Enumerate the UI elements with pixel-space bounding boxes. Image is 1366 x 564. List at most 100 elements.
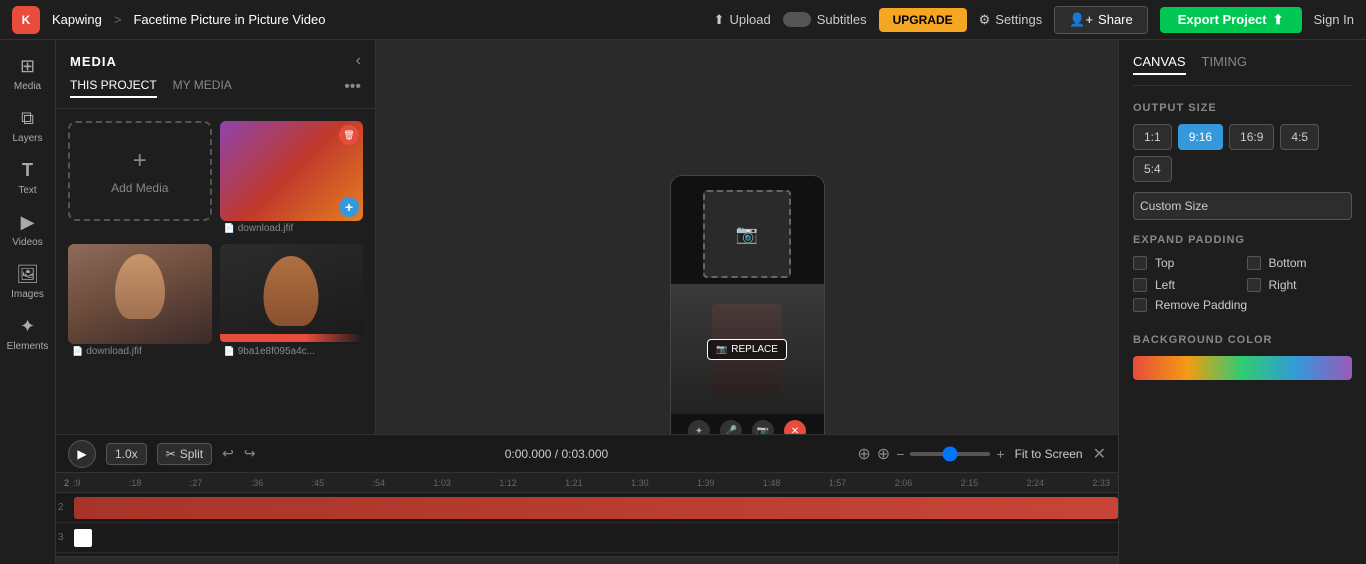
bottom-checkbox[interactable]	[1247, 256, 1261, 270]
zoom-slider[interactable]	[910, 452, 990, 456]
sidebar-item-label: Elements	[7, 341, 49, 352]
main-video-area: 📷 REPLACE	[671, 284, 824, 414]
project-name[interactable]: Facetime Picture in Picture Video	[133, 12, 325, 27]
focus-icon: ⊕	[857, 444, 870, 464]
size-16-9[interactable]: 16:9	[1229, 124, 1274, 150]
share-button[interactable]: 👤+ Share	[1054, 6, 1147, 34]
video-icon: ▶	[21, 212, 35, 233]
media-card-label-2: 📄 download.jfif	[68, 344, 212, 359]
track-content-3[interactable]	[74, 527, 1118, 549]
total-time: 0:03.000	[561, 447, 608, 461]
brand-name[interactable]: Kapwing	[52, 12, 102, 27]
padding-bottom-row: Bottom	[1247, 256, 1353, 270]
zoom-out-button[interactable]: −	[896, 446, 904, 462]
timeline-scrollbar[interactable]	[56, 556, 1118, 564]
track-number-2: 2	[58, 502, 74, 513]
size-4-5[interactable]: 4:5	[1280, 124, 1319, 150]
export-button[interactable]: Export Project ⬆	[1160, 7, 1302, 33]
padding-top-row: Top	[1133, 256, 1239, 270]
expand-padding-section: EXPAND PADDING Top Bottom Left Right	[1133, 234, 1352, 312]
left-checkbox[interactable]	[1133, 278, 1147, 292]
sidebar-item-elements[interactable]: ✦ Elements	[0, 308, 56, 360]
sidebar-item-media[interactable]: ⊞ Media	[0, 48, 56, 100]
replace-button[interactable]: 📷 REPLACE	[707, 339, 787, 360]
fit-to-screen-button[interactable]: Fit to Screen	[1015, 447, 1083, 461]
settings-button[interactable]: ⚙ Settings	[979, 12, 1043, 28]
layers-icon: ⧉	[21, 108, 34, 129]
add-icon: +	[133, 147, 147, 175]
add-media-label: Add Media	[111, 181, 168, 195]
top-checkbox[interactable]	[1133, 256, 1147, 270]
file-icon-1: 📄	[224, 223, 235, 234]
undo-button[interactable]: ↩	[222, 445, 234, 462]
media-card-2[interactable]	[68, 244, 212, 344]
media-card-3[interactable]	[220, 244, 364, 344]
color-picker-bar[interactable]	[1133, 356, 1352, 380]
sidebar-item-images[interactable]: 🖼 Images	[0, 256, 56, 308]
size-9-16[interactable]: 9:16	[1178, 124, 1223, 150]
media-item-3: 📄 9ba1e8f095a4c...	[220, 244, 364, 359]
padding-right-row: Right	[1247, 278, 1353, 292]
timeline-area: ▶ 1.0x ✂ Split ↩ ↪ 0:00.000 / 0:03.000 ⊕…	[56, 434, 1118, 564]
tab-timing[interactable]: TIMING	[1202, 54, 1248, 75]
kapwing-logo: K	[12, 6, 40, 34]
upload-button[interactable]: ⬆ Upload	[714, 12, 771, 28]
media-more-options[interactable]: •••	[344, 78, 361, 98]
play-button[interactable]: ▶	[68, 440, 96, 468]
sidebar-item-layers[interactable]: ⧉ Layers	[0, 100, 56, 152]
media-panel-close[interactable]: ‹	[356, 52, 361, 70]
camera-replace-icon: 📷	[716, 344, 727, 355]
sidebar-item-text[interactable]: T Text	[0, 152, 56, 204]
custom-size-button[interactable]: Custom Size	[1133, 192, 1352, 220]
upload-icon: ⬆	[714, 12, 725, 28]
timeline-tracks: 2 3 4	[56, 493, 1118, 556]
upgrade-button[interactable]: UPGRADE	[879, 8, 967, 32]
add-media-card[interactable]: + Add Media	[68, 121, 212, 221]
track-content-2[interactable]	[74, 497, 1118, 519]
file-icon-2: 📄	[72, 346, 83, 357]
left-sidebar: ⊞ Media ⧉ Layers T Text ▶ Videos 🖼 Image…	[0, 40, 56, 564]
sidebar-item-videos[interactable]: ▶ Videos	[0, 204, 56, 256]
sidebar-item-label: Layers	[12, 133, 42, 144]
subtitles-toggle[interactable]: Subtitles	[783, 12, 867, 27]
signin-button[interactable]: Sign In	[1314, 12, 1354, 27]
current-time: 0:00.000	[505, 447, 552, 461]
right-panel-tabs: CANVAS TIMING	[1133, 54, 1352, 86]
remove-padding-checkbox[interactable]	[1133, 298, 1147, 312]
remove-padding-label: Remove Padding	[1155, 298, 1247, 312]
share-icon: 👤+	[1069, 12, 1093, 28]
redo-button[interactable]: ↪	[244, 445, 256, 462]
background-color-section: BACKGROUND COLOR	[1133, 334, 1352, 380]
zoom-in-button[interactable]: +	[996, 446, 1004, 462]
split-icon: ✂	[166, 447, 176, 461]
split-button[interactable]: ✂ Split	[157, 443, 212, 465]
media-card-1[interactable]: 🗑 +	[220, 121, 364, 221]
close-timeline-button[interactable]: ✕	[1093, 444, 1106, 464]
right-checkbox[interactable]	[1247, 278, 1261, 292]
tab-canvas[interactable]: CANVAS	[1133, 54, 1186, 75]
export-icon: ⬆	[1273, 12, 1284, 28]
top-label: Top	[1155, 256, 1174, 270]
media-panel-header: MEDIA ‹	[56, 40, 375, 78]
delete-media-1[interactable]: 🗑	[339, 125, 359, 145]
main-clip[interactable]	[74, 497, 1118, 519]
media-item-1: 🗑 + 📄 download.jfif	[220, 121, 364, 236]
track-row-2: 2	[56, 493, 1118, 523]
right-label: Right	[1269, 278, 1297, 292]
tab-my-media[interactable]: MY MEDIA	[173, 78, 232, 98]
subtitles-switch[interactable]	[783, 12, 811, 27]
size-1-1[interactable]: 1:1	[1133, 124, 1172, 150]
add-media-1[interactable]: +	[339, 197, 359, 217]
elements-icon: ✦	[20, 316, 35, 337]
speed-button[interactable]: 1.0x	[106, 443, 147, 465]
size-5-4[interactable]: 5:4	[1133, 156, 1172, 182]
white-clip[interactable]	[74, 529, 92, 547]
tab-this-project[interactable]: THIS PROJECT	[70, 78, 157, 98]
sidebar-item-label: Videos	[12, 237, 42, 248]
padding-left-row: Left	[1133, 278, 1239, 292]
expand-padding-label: EXPAND PADDING	[1133, 234, 1352, 246]
top-placeholder[interactable]: 📷	[703, 190, 791, 278]
text-icon: T	[22, 160, 33, 181]
track-row-3: 3	[56, 523, 1118, 553]
output-size-label: OUTPUT SIZE	[1133, 102, 1352, 114]
